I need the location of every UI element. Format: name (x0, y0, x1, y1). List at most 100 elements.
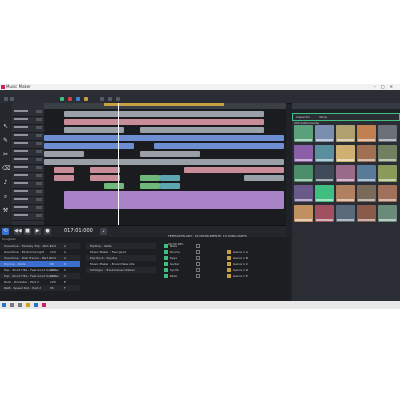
folder-icon[interactable] (26, 303, 30, 307)
clip[interactable] (140, 175, 160, 181)
clip[interactable] (160, 183, 180, 189)
toolbar-button[interactable] (4, 97, 8, 101)
instrument-tile[interactable] (336, 205, 355, 222)
instrument-tile[interactable] (357, 205, 376, 222)
zoom-icon[interactable]: ⌕ (2, 193, 9, 200)
clip[interactable] (140, 183, 160, 189)
clip[interactable] (44, 151, 84, 157)
toolbar-button[interactable] (116, 97, 120, 101)
timeline-ruler[interactable] (44, 103, 286, 109)
toolbar-button[interactable] (100, 97, 104, 101)
clip[interactable] (54, 175, 74, 181)
toolbar-button[interactable] (76, 97, 80, 101)
windows-icon[interactable] (2, 303, 6, 307)
track-header[interactable] (12, 109, 44, 117)
instrument-tile[interactable] (357, 125, 376, 142)
instrument-tile[interactable] (315, 165, 334, 182)
instrument-tile[interactable] (357, 185, 376, 202)
clip[interactable] (154, 143, 284, 149)
instrument-tile[interactable] (294, 205, 313, 222)
instrument-tile[interactable] (378, 145, 397, 162)
track-header[interactable] (12, 181, 44, 189)
track-header[interactable] (12, 197, 44, 205)
track-header[interactable] (12, 117, 44, 125)
app-logo-icon (1, 85, 5, 89)
instrument-tile[interactable] (294, 145, 313, 162)
instrument-tile[interactable] (294, 185, 313, 202)
cursor-icon[interactable]: ↖ (2, 123, 9, 130)
list-item[interactable]: R&B - Speed Roll - Part 2 95 F (0, 285, 80, 291)
track-header[interactable] (12, 173, 44, 181)
record-icon[interactable]: ● (44, 228, 51, 235)
instrument-tile[interactable] (315, 185, 334, 202)
clip[interactable] (140, 127, 264, 133)
instrument-tile[interactable] (336, 145, 355, 162)
instrument-tile[interactable] (294, 125, 313, 142)
instrument-tile[interactable] (378, 185, 397, 202)
track-header[interactable] (12, 213, 44, 221)
toolbar-button[interactable] (108, 97, 112, 101)
clip[interactable] (104, 183, 124, 189)
task-view-icon[interactable] (18, 303, 22, 307)
wrench-icon[interactable]: ⚒ (2, 207, 9, 214)
instrument-tile[interactable] (378, 125, 397, 142)
loop-range[interactable] (104, 103, 224, 106)
category-item[interactable]: Pads (162, 273, 202, 279)
track-header[interactable] (12, 141, 44, 149)
track-header[interactable] (12, 133, 44, 141)
rewind-icon[interactable]: ◀◀ (14, 228, 22, 235)
timecode-display: 017:01:000 (64, 228, 93, 234)
genre-item[interactable]: Genre 1 E (225, 273, 285, 279)
clip[interactable] (44, 143, 134, 149)
arrangement-area[interactable] (44, 103, 286, 225)
playhead[interactable] (118, 103, 119, 225)
search-icon[interactable] (10, 303, 14, 307)
clip[interactable] (90, 175, 120, 181)
clip[interactable] (90, 167, 120, 173)
instrument-tile[interactable] (336, 185, 355, 202)
loop-button[interactable]: ⟲ (2, 228, 9, 235)
speaker-icon[interactable]: ♪ (2, 179, 9, 186)
music-maker-icon[interactable] (42, 303, 46, 307)
track-header[interactable] (12, 157, 44, 165)
instrument-tile[interactable] (378, 205, 397, 222)
toolbar-button[interactable] (68, 97, 72, 101)
clip[interactable] (44, 159, 284, 165)
instrument-tile[interactable] (315, 145, 334, 162)
stop-icon[interactable]: ■ (24, 228, 31, 235)
instrument-tile[interactable] (336, 165, 355, 182)
clip[interactable] (64, 119, 264, 125)
play-icon[interactable]: ▶ (34, 228, 41, 235)
track-header[interactable] (12, 149, 44, 157)
list-item[interactable]: Schlager - Traumreisen Italien (86, 267, 156, 273)
eraser-icon[interactable]: ⌫ (2, 165, 10, 172)
instrument-tile[interactable] (315, 125, 334, 142)
track-header[interactable] (12, 189, 44, 197)
clip[interactable] (54, 167, 74, 173)
clip[interactable] (244, 175, 284, 181)
clip[interactable] (140, 151, 200, 157)
instrument-tile[interactable] (357, 145, 376, 162)
pencil-icon[interactable]: ✎ (2, 137, 9, 144)
toolbar-button[interactable] (84, 97, 88, 101)
clip[interactable] (44, 135, 284, 141)
clip[interactable] (64, 191, 284, 209)
toolbar-button[interactable] (60, 97, 64, 101)
track-header[interactable] (12, 205, 44, 213)
instrument-tile[interactable] (315, 205, 334, 222)
cut-icon[interactable]: ✂ (2, 151, 9, 158)
edge-icon[interactable] (34, 303, 38, 307)
instrument-tile[interactable] (357, 165, 376, 182)
instrument-tile[interactable] (378, 165, 397, 182)
media-pool: Songtitel Overdrive - Fantasy Trip - Par… (0, 234, 290, 307)
metronome-icon[interactable]: ♩ (100, 228, 107, 235)
clip[interactable] (64, 111, 264, 117)
track-header[interactable] (12, 165, 44, 173)
track-header[interactable] (12, 125, 44, 133)
clip[interactable] (64, 127, 124, 133)
toolbar-button[interactable] (10, 97, 14, 101)
clip[interactable] (160, 175, 180, 181)
instrument-tile[interactable] (336, 125, 355, 142)
clip[interactable] (184, 167, 284, 173)
instrument-tile[interactable] (294, 165, 313, 182)
